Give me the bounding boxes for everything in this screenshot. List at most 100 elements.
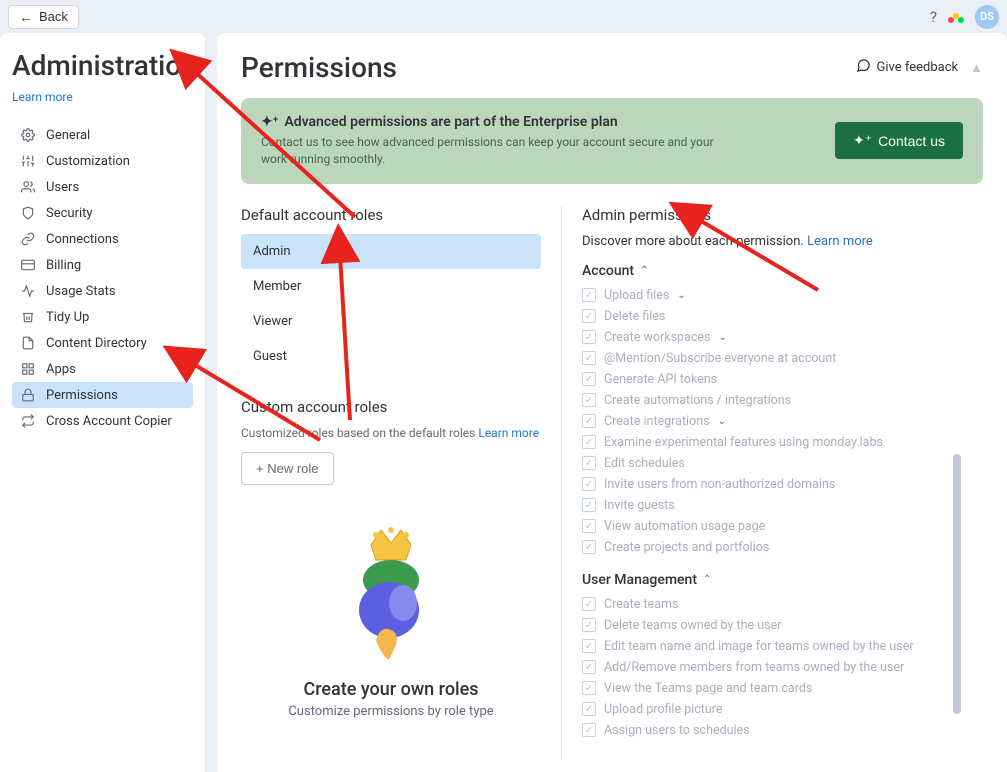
swap-icon xyxy=(20,413,36,429)
role-item-admin[interactable]: Admin xyxy=(241,234,541,269)
chevron-down-icon[interactable]: ⌄ xyxy=(719,332,727,343)
sidebar-item-cross-account-copier[interactable]: Cross Account Copier xyxy=(12,408,193,434)
checkbox-icon[interactable]: ✓ xyxy=(582,618,596,632)
learn-more-link[interactable]: Learn more xyxy=(12,90,73,104)
sidebar-item-label: Security xyxy=(46,206,93,221)
perm-item: ✓ Delete teams owned by the user xyxy=(582,615,971,636)
checkbox-icon[interactable]: ✓ xyxy=(582,639,596,653)
perm-item: ✓ Examine experimental features using mon… xyxy=(582,432,971,453)
custom-roles-desc: Customized roles based on the default ro… xyxy=(241,426,475,440)
checkbox-icon[interactable]: ✓ xyxy=(582,372,596,386)
admin-permissions-heading: Admin permissions xyxy=(582,206,983,224)
sidebar-item-label: Cross Account Copier xyxy=(46,414,172,429)
sidebar-item-customization[interactable]: Customization xyxy=(12,148,193,174)
checkbox-icon[interactable]: ✓ xyxy=(582,681,596,695)
role-item-viewer[interactable]: Viewer xyxy=(241,304,541,339)
checkbox-icon[interactable]: ✓ xyxy=(582,456,596,470)
checkbox-icon[interactable]: ✓ xyxy=(582,597,596,611)
perm-item: ✓Upload files⌄ xyxy=(582,285,971,306)
sidebar-title: Administration xyxy=(12,49,193,82)
perm-item: ✓Generate API tokens xyxy=(582,369,971,390)
chevron-down-icon[interactable]: ⌄ xyxy=(718,416,726,427)
perm-item: ✓Upload profile picture xyxy=(582,699,971,720)
help-icon[interactable]: ? xyxy=(930,8,937,26)
perm-label: Create projects and portfolios xyxy=(604,540,769,555)
checkbox-icon[interactable]: ✓ xyxy=(582,519,596,533)
checkbox-icon[interactable]: ✓ xyxy=(582,723,596,737)
role-item-guest[interactable]: Guest xyxy=(241,339,541,374)
page-title: Permissions xyxy=(241,51,397,84)
sidebar-item-label: Users xyxy=(46,180,79,195)
checkbox-icon[interactable]: ✓ xyxy=(582,660,596,674)
checkbox-icon[interactable]: ✓ xyxy=(582,435,596,449)
sidebar-item-tidy-up[interactable]: Tidy Up xyxy=(12,304,193,330)
checkbox-icon[interactable]: ✓ xyxy=(582,393,596,407)
checkbox-icon[interactable]: ✓ xyxy=(582,330,596,344)
sidebar-item-content-directory[interactable]: Content Directory xyxy=(12,330,193,356)
back-label: Back xyxy=(39,9,68,24)
sidebar-item-permissions[interactable]: Permissions xyxy=(12,382,193,408)
sliders-icon xyxy=(20,153,36,169)
perm-label: Create teams xyxy=(604,597,678,612)
perm-section-account[interactable]: Account⌃ xyxy=(582,263,971,279)
broom-icon xyxy=(20,309,36,325)
perm-label: Delete teams owned by the user xyxy=(604,618,781,633)
role-item-member[interactable]: Member xyxy=(241,269,541,304)
perm-section-communication[interactable]: Communication⌃ xyxy=(582,755,971,756)
perm-label: @Mention/Subscribe everyone at account xyxy=(604,351,836,366)
chevron-up-icon: ⌃ xyxy=(703,574,711,585)
sidebar-item-general[interactable]: General xyxy=(12,122,193,148)
checkbox-icon[interactable]: ✓ xyxy=(582,477,596,491)
sidebar-item-label: General xyxy=(46,128,90,143)
perm-item: ✓Invite guests xyxy=(582,495,971,516)
sidebar-item-connections[interactable]: Connections xyxy=(12,226,193,252)
chevron-down-icon[interactable]: ⌄ xyxy=(677,290,685,301)
permissions-desc: Discover more about each permission. xyxy=(582,234,804,249)
sidebar-item-billing[interactable]: Billing xyxy=(12,252,193,278)
avatar[interactable]: DS xyxy=(975,5,999,29)
sidebar-item-usage-stats[interactable]: Usage Stats xyxy=(12,278,193,304)
checkbox-icon[interactable]: ✓ xyxy=(582,498,596,512)
lock-icon xyxy=(20,387,36,403)
enterprise-promo-banner: ✦⁺ Advanced permissions are part of the … xyxy=(241,98,983,184)
give-feedback-button[interactable]: Give feedback ▲ xyxy=(856,58,983,77)
new-role-button[interactable]: + New role xyxy=(241,452,334,485)
perm-label: Edit schedules xyxy=(604,456,685,471)
checkbox-icon[interactable]: ✓ xyxy=(582,414,596,428)
checkbox-icon[interactable]: ✓ xyxy=(582,288,596,302)
gear-icon xyxy=(20,127,36,143)
arrow-left-icon: ← xyxy=(19,9,33,25)
checkbox-icon[interactable]: ✓ xyxy=(582,309,596,323)
perm-item: ✓ Add/Remove members from teams owned by … xyxy=(582,657,971,678)
sidebar-item-users[interactable]: Users xyxy=(12,174,193,200)
permissions-learn-more[interactable]: Learn more xyxy=(807,234,873,249)
contact-label: Contact us xyxy=(878,133,945,149)
custom-roles-learn-more[interactable]: Learn more xyxy=(478,426,539,440)
illustration-title: Create your own roles xyxy=(241,679,541,700)
checkbox-icon[interactable]: ✓ xyxy=(582,540,596,554)
checkbox-icon[interactable]: ✓ xyxy=(582,351,596,365)
sidebar-item-label: Billing xyxy=(46,258,81,273)
perm-label: Add/Remove members from teams owned by t… xyxy=(604,660,904,675)
permissions-scrollbar[interactable] xyxy=(953,254,961,737)
perm-label: View automation usage page xyxy=(604,519,765,534)
checkbox-icon[interactable]: ✓ xyxy=(582,702,596,716)
back-button[interactable]: ← Back xyxy=(8,5,79,29)
perm-item: ✓Edit team name and image for teams owne… xyxy=(582,636,971,657)
sidebar-item-label: Connections xyxy=(46,232,119,247)
perm-item: ✓Invite users from non-authorized domain… xyxy=(582,474,971,495)
sidebar-item-apps[interactable]: Apps xyxy=(12,356,193,382)
contact-us-button[interactable]: ✦⁺ Contact us xyxy=(835,122,963,159)
perm-label: Create integrations xyxy=(604,414,710,429)
main-panel: Permissions Give feedback ▲ ✦⁺ Advanced … xyxy=(217,33,1007,772)
perm-section-user-management[interactable]: User Management⌃ xyxy=(582,572,971,588)
card-icon xyxy=(20,257,36,273)
perm-item: ✓Create automations / integrations xyxy=(582,390,971,411)
sidebar: Administration Learn more General Customi… xyxy=(0,33,205,772)
perm-label: Examine experimental features using mond… xyxy=(604,435,883,450)
promo-desc: Contact us to see how advanced permissio… xyxy=(261,134,731,168)
perm-item: ✓Create workspaces⌄ xyxy=(582,327,971,348)
chat-icon xyxy=(856,58,871,77)
sidebar-item-label: Customization xyxy=(46,154,130,169)
sidebar-item-security[interactable]: Security xyxy=(12,200,193,226)
